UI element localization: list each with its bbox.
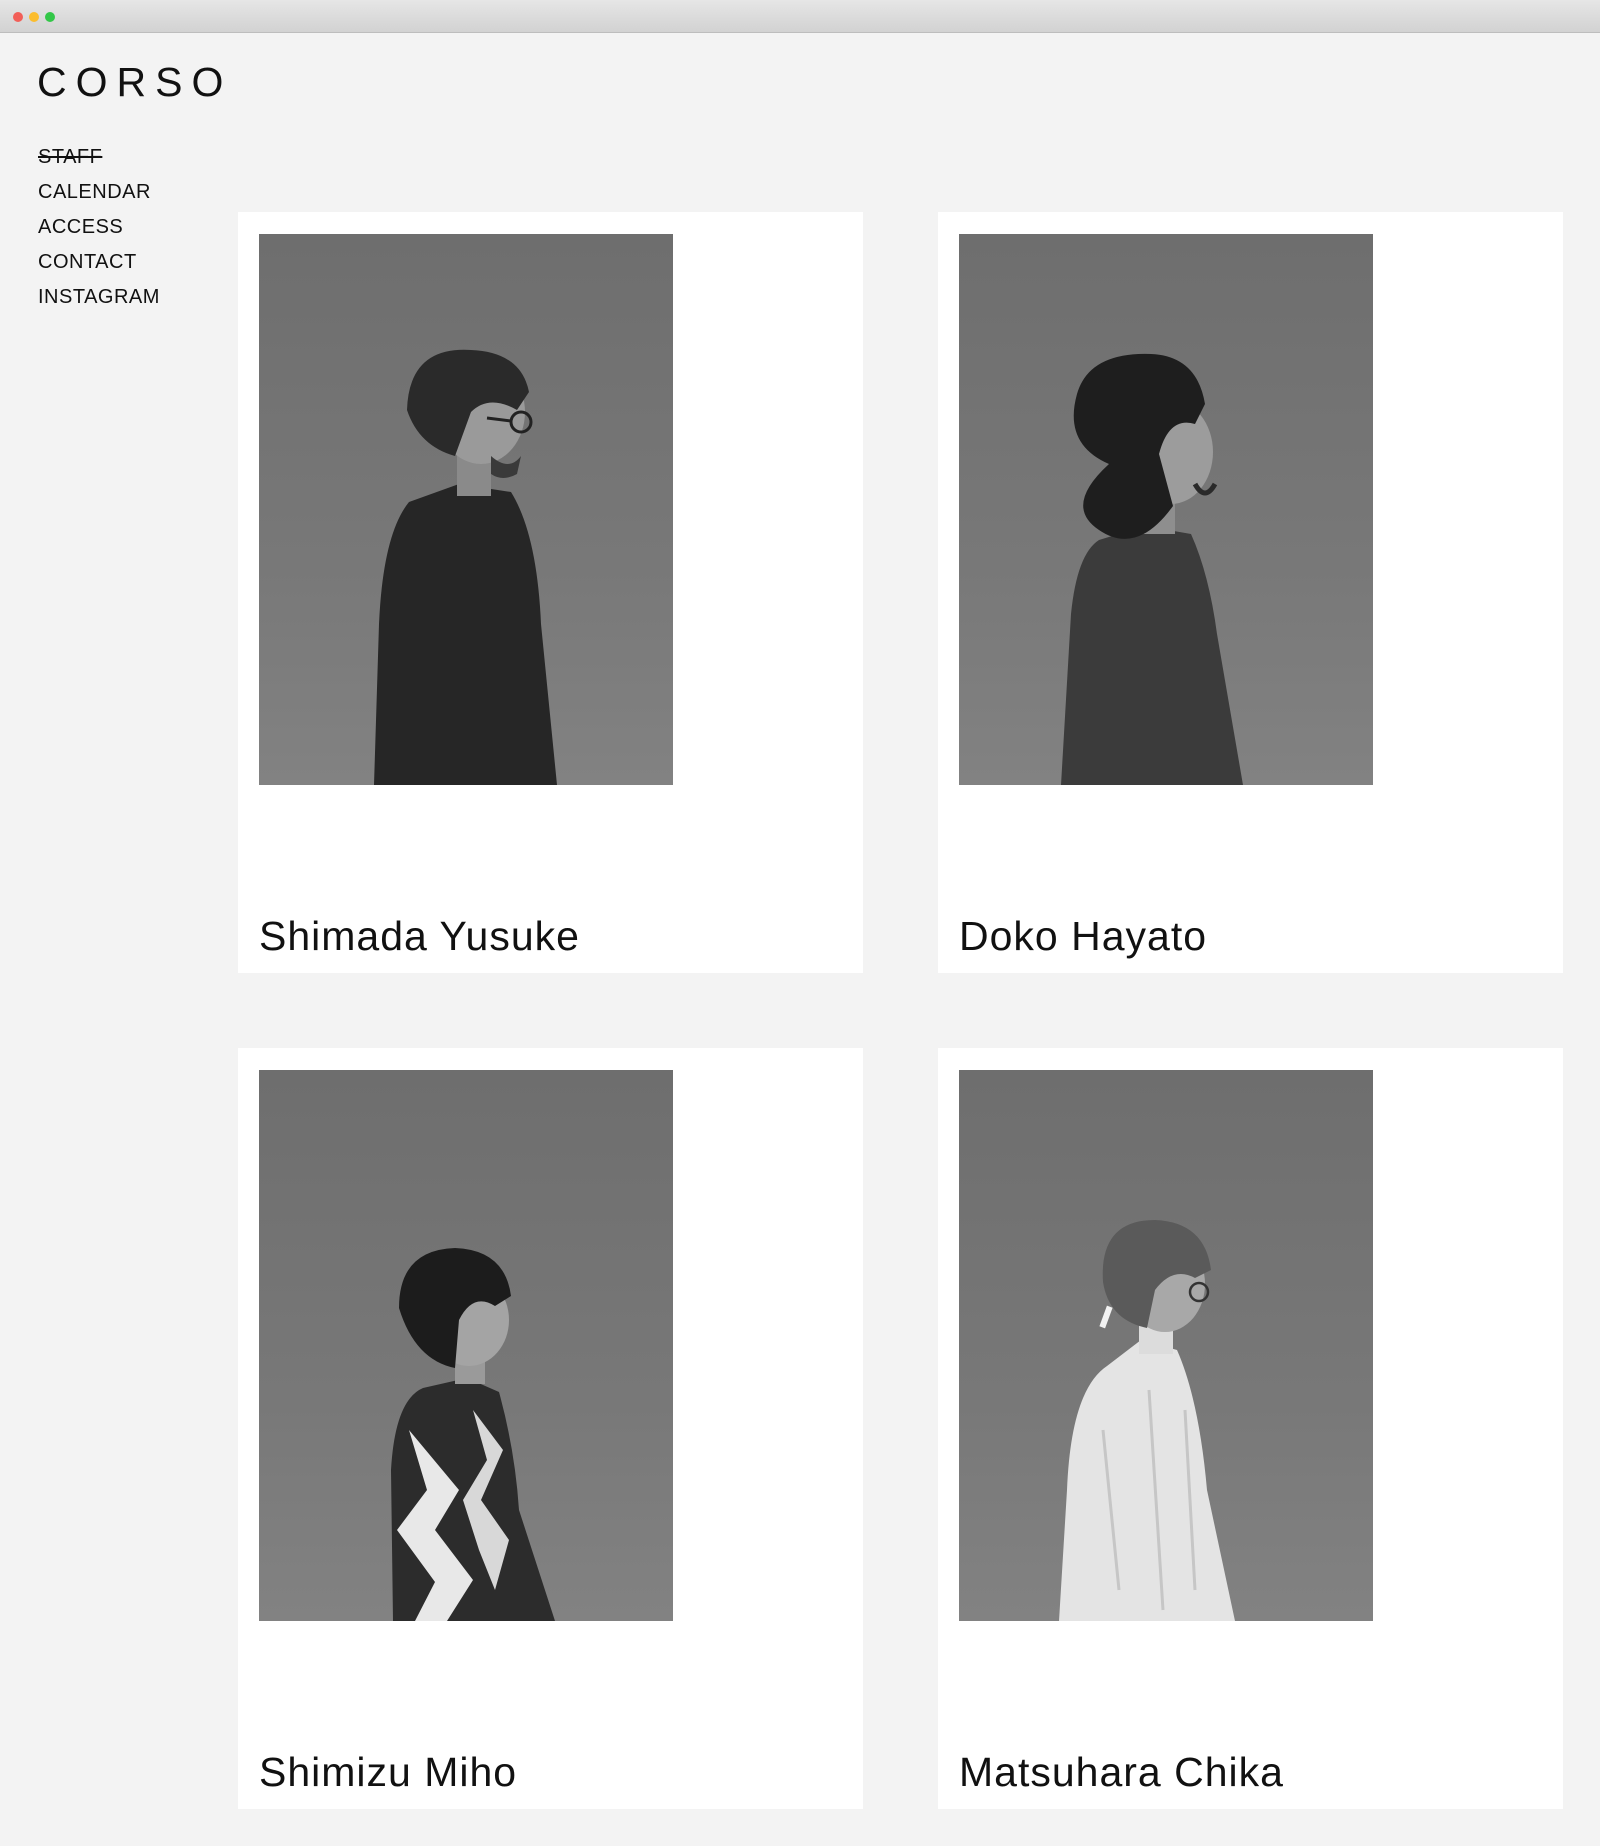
minimize-window-button[interactable] [29, 12, 39, 22]
site-logo[interactable]: CORSO [37, 62, 232, 103]
staff-portrait [959, 234, 1373, 785]
staff-card[interactable]: Matsuhara Chika [938, 1048, 1563, 1809]
staff-card[interactable]: Doko Hayato [938, 212, 1563, 973]
staff-name: Matsuhara Chika [959, 1748, 1284, 1795]
close-window-button[interactable] [13, 12, 23, 22]
staff-card[interactable]: Shimada Yusuke [238, 212, 863, 973]
staff-name: Shimizu Miho [259, 1748, 518, 1795]
nav-item-calendar[interactable]: CALENDAR [38, 175, 160, 210]
nav-item-access[interactable]: ACCESS [38, 210, 160, 245]
staff-portrait [259, 234, 673, 785]
staff-portrait [259, 1070, 673, 1621]
zoom-window-button[interactable] [45, 12, 55, 22]
staff-portrait [959, 1070, 1373, 1621]
nav-item-staff[interactable]: STAFF [38, 140, 160, 175]
staff-name: Doko Hayato [959, 912, 1208, 959]
main-nav: STAFF CALENDAR ACCESS CONTACT INSTAGRAM [38, 140, 160, 315]
nav-item-instagram[interactable]: INSTAGRAM [38, 280, 160, 315]
staff-card[interactable]: Shimizu Miho [238, 1048, 863, 1809]
window-titlebar [0, 0, 1600, 33]
staff-name: Shimada Yusuke [259, 912, 580, 959]
nav-item-contact[interactable]: CONTACT [38, 245, 160, 280]
